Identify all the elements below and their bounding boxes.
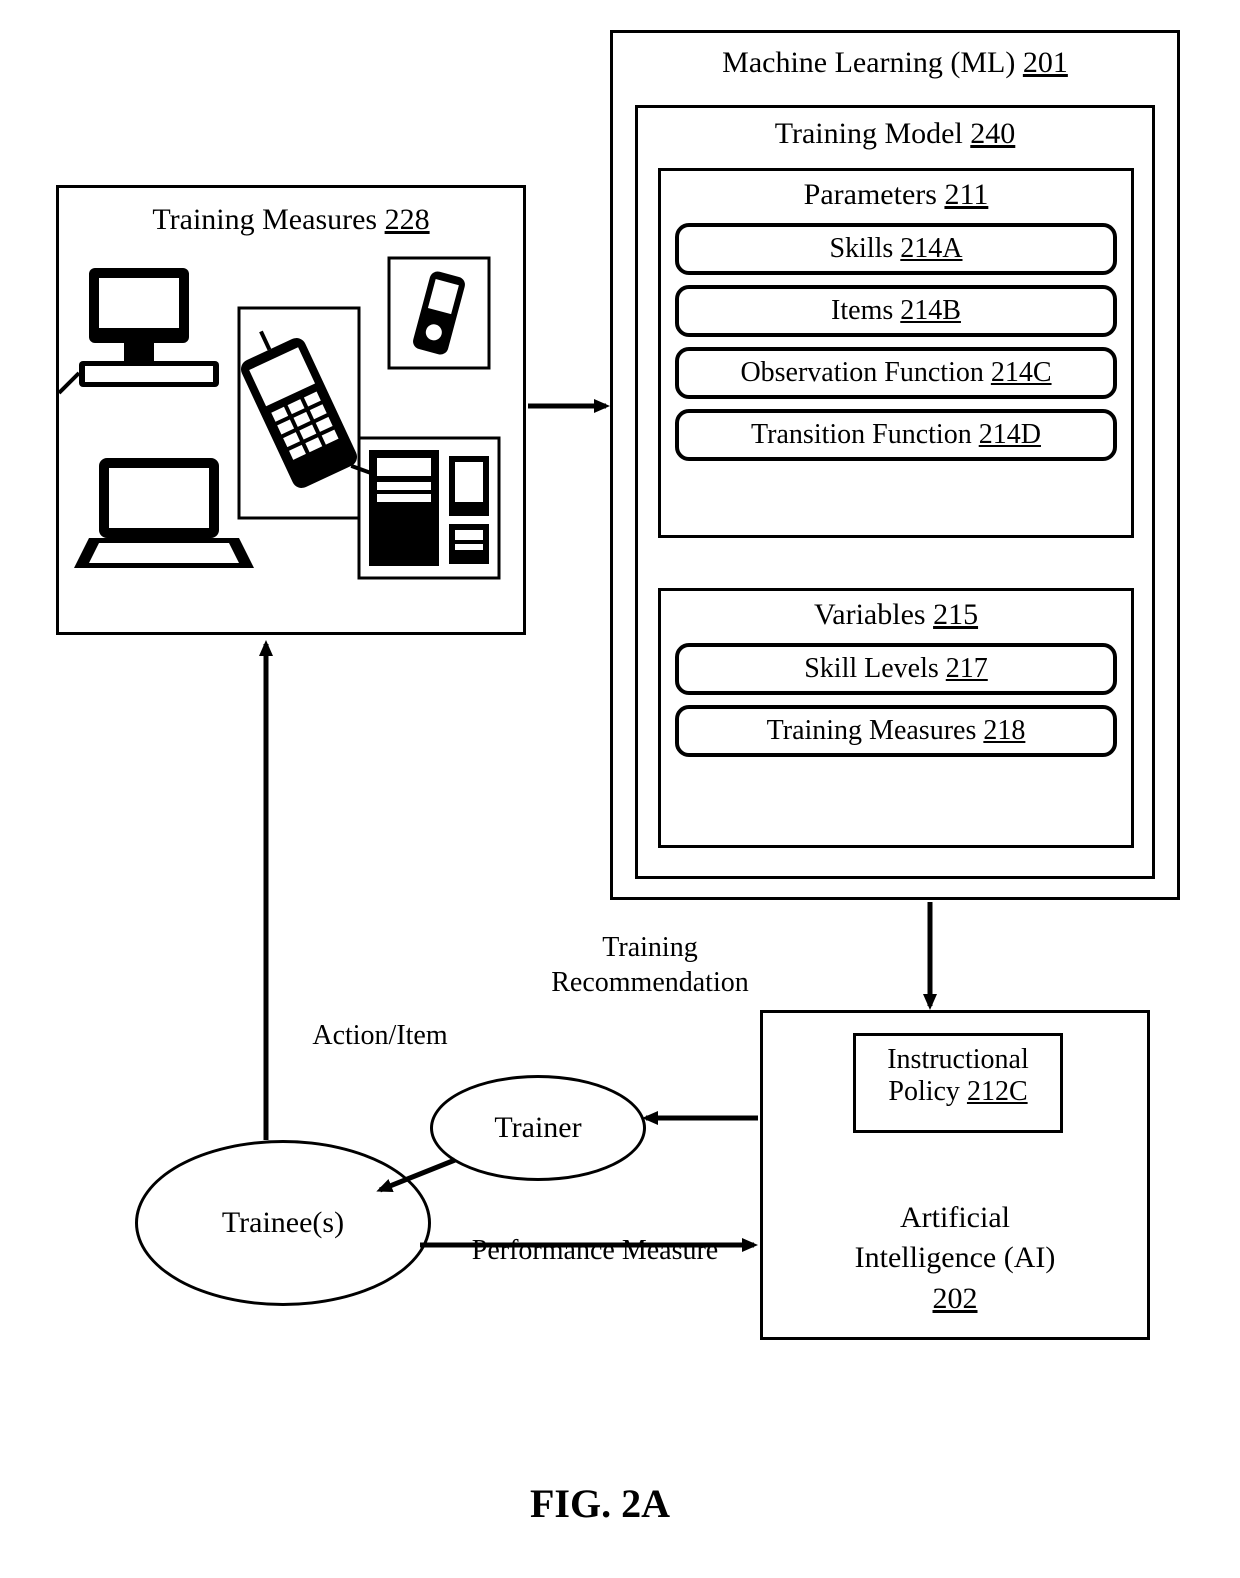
arrow-trainer-to-trainee bbox=[380, 1160, 455, 1190]
arrows-svg bbox=[0, 0, 1240, 1578]
diagram-canvas: Training Measures 228 bbox=[0, 0, 1240, 1578]
